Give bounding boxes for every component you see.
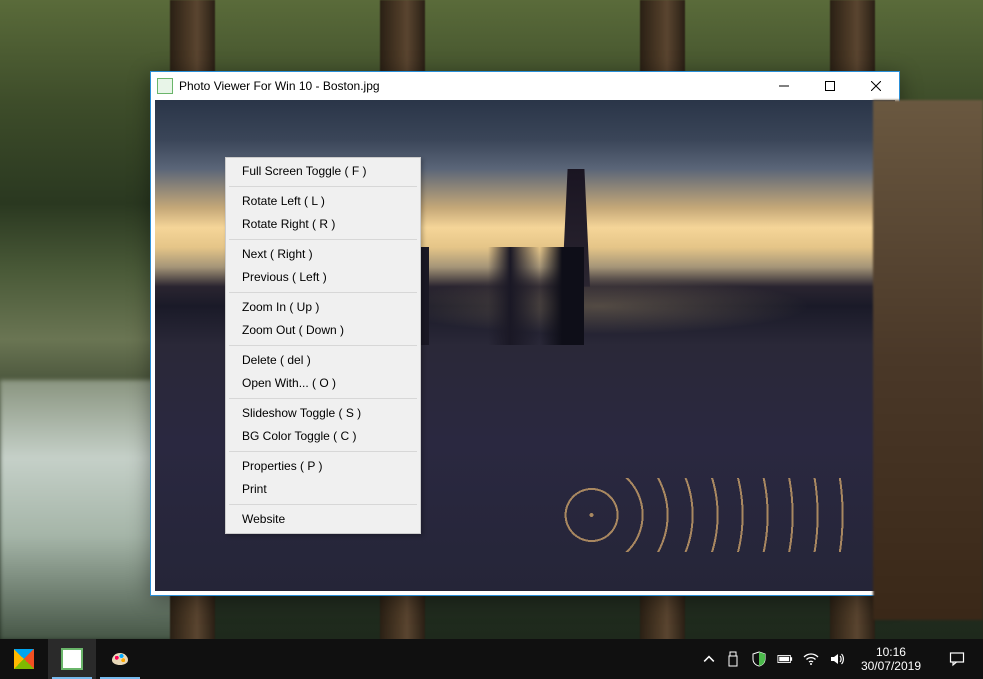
close-button[interactable] [853,72,899,100]
security-icon[interactable] [751,651,767,667]
battery-icon[interactable] [777,651,793,667]
volume-icon[interactable] [829,651,845,667]
system-tray: 10:16 30/07/2019 [703,639,983,679]
context-menu: Full Screen Toggle ( F ) Rotate Left ( L … [225,157,421,534]
wifi-icon[interactable] [803,651,819,667]
clock-date: 30/07/2019 [861,659,921,673]
context-menu-item[interactable]: Properties ( P ) [228,455,418,478]
context-menu-item[interactable]: Open With... ( O ) [228,372,418,395]
context-menu-separator [229,186,417,187]
context-menu-item[interactable]: Next ( Right ) [228,243,418,266]
app-icon [157,78,173,94]
taskbar: 10:16 30/07/2019 [0,639,983,679]
context-menu-item[interactable]: Rotate Left ( L ) [228,190,418,213]
context-menu-item[interactable]: Zoom In ( Up ) [228,296,418,319]
context-menu-item[interactable]: Previous ( Left ) [228,266,418,289]
taskbar-app-paint[interactable] [96,639,144,679]
clock-time: 10:16 [861,645,921,659]
context-menu-item[interactable]: Full Screen Toggle ( F ) [228,160,418,183]
context-menu-separator [229,292,417,293]
usb-icon[interactable] [725,651,741,667]
action-center-button[interactable] [937,639,977,679]
paint-icon [109,648,131,670]
maximize-button[interactable] [807,72,853,100]
start-button[interactable] [0,639,48,679]
context-menu-separator [229,398,417,399]
context-menu-item[interactable]: Website [228,508,418,531]
taskbar-app-photoviewer[interactable] [48,639,96,679]
desktop-wallpaper: Photo Viewer For Win 10 - Boston.jpg [0,0,983,679]
windows-icon [14,649,34,669]
minimize-button[interactable] [761,72,807,100]
tray-overflow-button[interactable] [703,653,715,665]
context-menu-item[interactable]: Print [228,478,418,501]
context-menu-item[interactable]: Delete ( del ) [228,349,418,372]
context-menu-item[interactable]: Rotate Right ( R ) [228,213,418,236]
context-menu-item[interactable]: BG Color Toggle ( C ) [228,425,418,448]
window-title: Photo Viewer For Win 10 - Boston.jpg [179,79,380,93]
context-menu-separator [229,239,417,240]
context-menu-item[interactable]: Slideshow Toggle ( S ) [228,402,418,425]
photo-pier [562,478,858,552]
photoviewer-icon [61,648,83,670]
titlebar[interactable]: Photo Viewer For Win 10 - Boston.jpg [151,72,899,100]
context-menu-separator [229,504,417,505]
taskbar-clock[interactable]: 10:16 30/07/2019 [855,645,927,673]
context-menu-separator [229,451,417,452]
window-controls [761,72,899,100]
context-menu-separator [229,345,417,346]
context-menu-item[interactable]: Zoom Out ( Down ) [228,319,418,342]
